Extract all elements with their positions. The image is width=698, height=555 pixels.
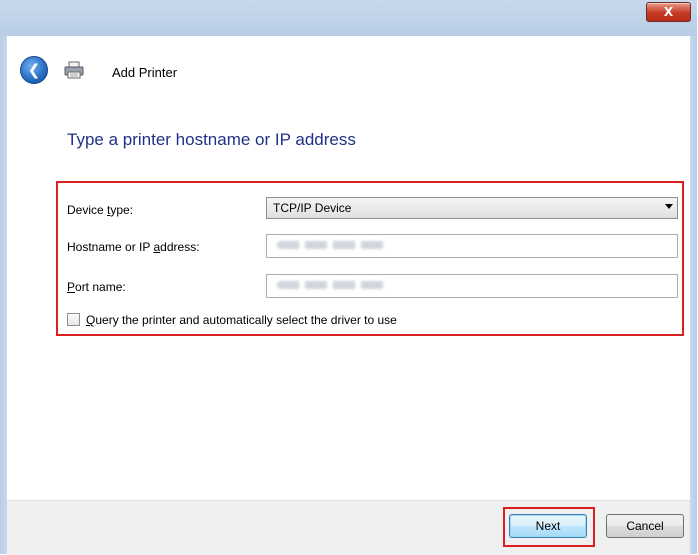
- wizard-header: [7, 36, 690, 112]
- title-bar[interactable]: [0, 0, 697, 37]
- chevron-down-icon: [665, 204, 673, 209]
- port-name-label: Port name:: [67, 280, 126, 294]
- hostname-input[interactable]: [266, 234, 678, 258]
- port-blurred-value: [277, 281, 387, 289]
- close-button[interactable]: X: [646, 2, 691, 22]
- printer-icon: [64, 61, 84, 79]
- port-label-key: P: [67, 280, 76, 294]
- query-label-rest: uery the printer and automatically selec…: [95, 313, 397, 327]
- wizard-title: Add Printer: [112, 65, 178, 80]
- page-heading: Type a printer hostname or IP address: [67, 130, 356, 149]
- query-driver-label[interactable]: Query the printer and automatically sele…: [86, 313, 397, 327]
- query-driver-checkbox[interactable]: [67, 313, 80, 326]
- hostname-label: Hostname or IP address:: [67, 240, 200, 254]
- window-frame-right: [690, 36, 697, 554]
- hostname-label-part: Hostname or IP: [67, 240, 154, 254]
- next-button[interactable]: Next: [509, 514, 587, 538]
- cancel-button[interactable]: Cancel: [606, 514, 684, 538]
- close-icon: X: [663, 5, 674, 19]
- device-type-label-rest: ype:: [110, 203, 134, 217]
- window-frame-left: [0, 36, 7, 554]
- query-label-key: Q: [86, 313, 96, 327]
- hostname-blurred-value: [277, 241, 387, 249]
- device-type-label: Device type:: [67, 203, 133, 217]
- back-button[interactable]: ❮: [20, 56, 48, 84]
- device-type-value: TCP/IP Device: [273, 201, 352, 215]
- device-type-label-part: Device: [67, 203, 108, 217]
- hostname-label-rest: ddress:: [160, 240, 200, 254]
- device-type-dropdown[interactable]: TCP/IP Device: [266, 197, 678, 219]
- port-name-input[interactable]: [266, 274, 678, 298]
- add-printer-window: X ❮ Add Printer Type a printer hostname …: [0, 0, 697, 555]
- back-arrow-icon: ❮: [27, 61, 41, 79]
- port-label-rest: ort name:: [75, 280, 126, 294]
